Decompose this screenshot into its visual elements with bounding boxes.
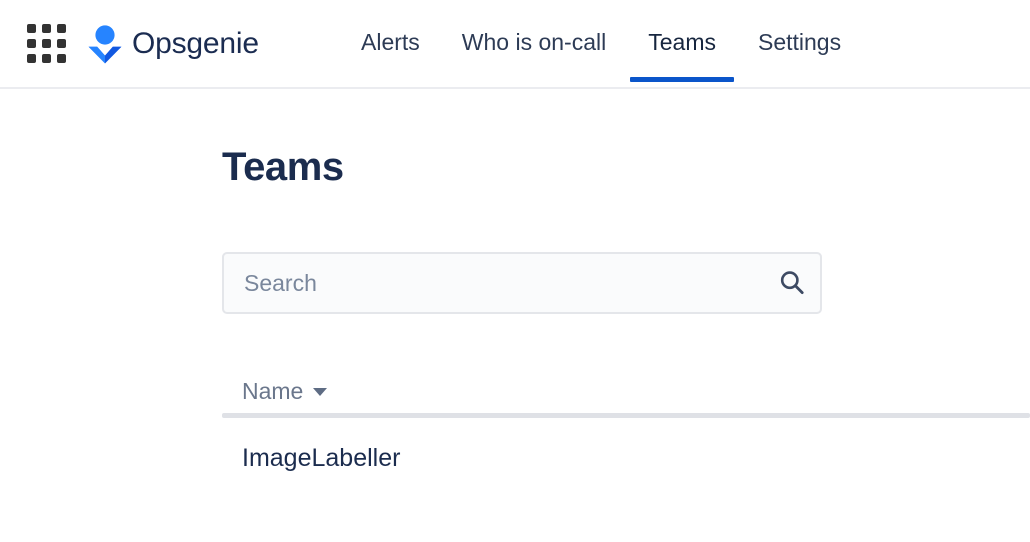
grid-dot: [26, 39, 36, 48]
team-name-cell[interactable]: ImageLabeller: [242, 446, 400, 471]
nav-item-who-is-on-call[interactable]: Who is on-call: [441, 0, 627, 87]
page-title: Teams: [222, 145, 344, 189]
primary-nav: Alerts Who is on-call Teams Settings: [340, 0, 862, 87]
chevron-down-icon: [313, 387, 328, 396]
table-header-row: Name: [222, 380, 1030, 413]
brand-name: Opsgenie: [132, 26, 259, 60]
grid-dot: [56, 54, 66, 63]
teams-table: Name ImageLabeller: [222, 380, 1030, 471]
nav-brand-group: Opsgenie: [0, 0, 259, 87]
nav-item-label: Alerts: [361, 29, 420, 55]
column-header-name[interactable]: Name: [242, 378, 328, 404]
nav-item-settings[interactable]: Settings: [737, 0, 862, 87]
column-header-label: Name: [242, 378, 304, 404]
search-field[interactable]: [222, 252, 822, 314]
nav-active-indicator: [630, 77, 734, 82]
page-content: Teams Name ImageLabeller: [0, 89, 1030, 542]
grid-apps-icon[interactable]: [26, 24, 66, 64]
opsgenie-logo-icon: [87, 24, 123, 64]
grid-dot: [56, 24, 66, 33]
nav-item-teams[interactable]: Teams: [627, 0, 737, 87]
grid-dot: [26, 24, 36, 33]
grid-dot: [41, 24, 51, 33]
nav-item-alerts[interactable]: Alerts: [340, 0, 441, 87]
grid-dot: [26, 54, 36, 63]
grid-dot: [56, 39, 66, 48]
brand-home-link[interactable]: Opsgenie: [87, 24, 259, 64]
nav-item-label: Who is on-call: [461, 29, 607, 55]
opsgenie-teams-page: Opsgenie Alerts Who is on-call Teams Set…: [0, 0, 1030, 542]
top-navigation-bar: Opsgenie Alerts Who is on-call Teams Set…: [0, 0, 1030, 89]
search-input[interactable]: [224, 254, 764, 312]
grid-dot: [41, 39, 51, 48]
nav-item-label: Settings: [757, 29, 842, 55]
nav-item-label: Teams: [648, 29, 716, 55]
table-row[interactable]: ImageLabeller: [222, 418, 1030, 471]
grid-dot: [41, 54, 51, 63]
search-icon[interactable]: [764, 254, 820, 312]
